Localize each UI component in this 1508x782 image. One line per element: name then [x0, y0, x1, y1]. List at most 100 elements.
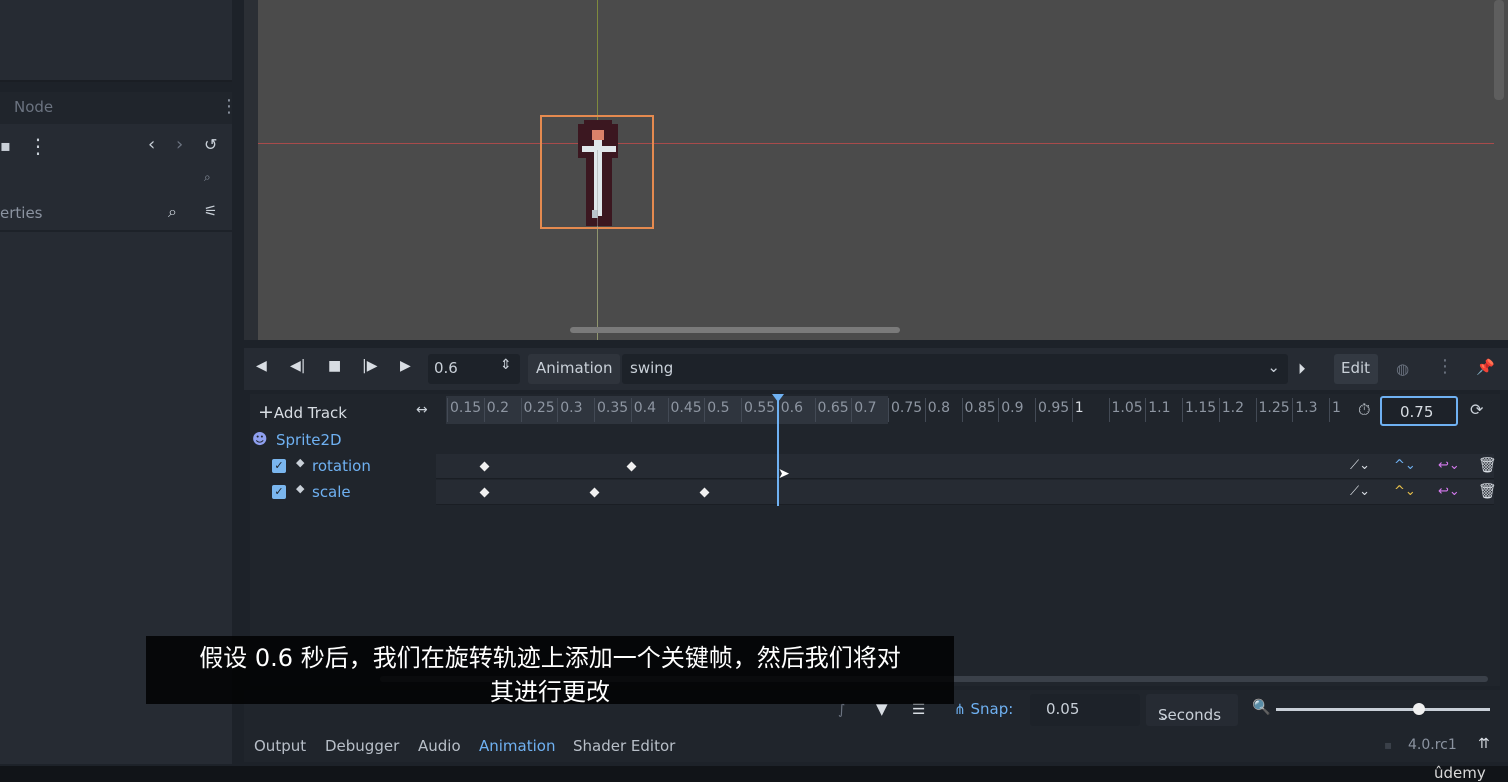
ruler-tick-label: 0.2	[486, 400, 510, 416]
timeline-ruler[interactable]: 0.15 0.2 0.25 0.3 0.35 0.4 0.45 0.5 0.55 0.6 0.65 0…	[446, 396, 1341, 424]
current-time-field[interactable]: 0.6 ⇕	[428, 354, 520, 384]
ruler-tick-line	[447, 398, 448, 422]
ruler-tick-line	[630, 398, 632, 422]
ruler-tick-line	[1035, 398, 1036, 422]
tab-debugger[interactable]: Debugger	[325, 737, 399, 755]
playhead[interactable]	[777, 396, 779, 506]
snap-step-value: 0.05	[1046, 700, 1080, 718]
ruler-tick-line	[1255, 398, 1257, 422]
edit-button[interactable]: Edit	[1334, 354, 1378, 384]
ruler-tick-label: 1.05	[1111, 400, 1143, 416]
left-dock-tabbar: Node ⋮	[0, 92, 238, 124]
ruler-tick-label: 0.75	[891, 400, 923, 416]
ruler-tick-label: 0.45	[670, 400, 702, 416]
ruler-tick-line	[814, 398, 816, 422]
expand-panel-icon[interactable]: ⇈	[1478, 736, 1490, 752]
interpolation-icon[interactable]: ^⌄	[1394, 458, 1416, 473]
animation-length-field[interactable]: 0.75	[1380, 396, 1458, 426]
object-icon[interactable]: ▪	[0, 136, 11, 155]
viewport-separator	[244, 340, 1508, 348]
loop-wrap-icon[interactable]: ↩⌄	[1438, 458, 1460, 473]
snap-units-select[interactable]: Seconds ⌄	[1146, 694, 1238, 726]
sword-sprite[interactable]	[566, 118, 630, 230]
onion-options-icon[interactable]: ⋮	[1436, 356, 1454, 377]
vertical-ruler	[244, 0, 258, 340]
node-name[interactable]: Sprite2D	[276, 431, 342, 449]
magnet-icon: ⋔	[954, 702, 966, 718]
stop-icon[interactable]: ■	[328, 358, 341, 374]
play-backwards-icon[interactable]: ◀	[256, 358, 267, 374]
plus-icon: +	[258, 401, 274, 423]
tab-audio[interactable]: Audio	[418, 737, 461, 755]
ruler-tick-line	[704, 398, 706, 422]
ruler-tick-label: 1	[1332, 400, 1341, 416]
more-menu-icon[interactable]: ⋮	[28, 134, 48, 158]
ruler-tick-line	[594, 398, 595, 422]
ruler-tick-line	[1218, 398, 1220, 422]
tab-animation[interactable]: Animation	[479, 737, 555, 755]
fit-width-icon[interactable]: ↔	[416, 402, 428, 418]
tab-output[interactable]: Output	[254, 737, 306, 755]
version-label: 4.0.rc1	[1408, 737, 1457, 753]
track-name-rotation[interactable]: rotation	[312, 457, 371, 475]
history-icon[interactable]: ↺	[204, 135, 217, 154]
snap-label: Snap:	[970, 700, 1014, 718]
play-backwards-from-end-icon[interactable]: ◀|	[290, 358, 305, 374]
interpolation-icon[interactable]: ^⌄	[1394, 484, 1416, 499]
ruler-tick-label: 0.5	[707, 400, 730, 416]
rotation-enable-checkbox[interactable]: ✓	[272, 459, 286, 473]
ruler-tick-line	[667, 398, 669, 422]
add-track-button[interactable]: +Add Track	[258, 401, 347, 423]
scale-enable-checkbox[interactable]: ✓	[272, 485, 286, 499]
delete-track-icon[interactable]: 🗑	[1478, 456, 1497, 474]
left-dock-top-panel	[0, 0, 232, 82]
filter-properties-label[interactable]: erties	[0, 204, 43, 222]
animation-menu-button[interactable]: Animation	[528, 354, 620, 384]
viewport-vertical-scrollbar[interactable]	[1494, 0, 1504, 100]
sprite2d-icon: ☻	[252, 430, 268, 448]
loop-wrap-icon[interactable]: ↩⌄	[1438, 484, 1460, 499]
loop-icon[interactable]: ⟳	[1470, 400, 1483, 419]
delete-track-icon[interactable]: 🗑	[1478, 482, 1497, 500]
ruler-tick-line	[924, 398, 926, 422]
ruler-tick-line	[888, 398, 889, 422]
layout-icon[interactable]: ▪	[1384, 738, 1392, 752]
doc-icon[interactable]: ⌕	[204, 170, 211, 185]
track-name-scale[interactable]: scale	[312, 483, 351, 501]
spinner-icon[interactable]: ⇕	[500, 357, 512, 373]
y-axis-line-lower	[597, 150, 598, 340]
search-icon[interactable]: ⌕	[168, 202, 177, 222]
play-from-start-icon[interactable]: |▶	[362, 358, 377, 374]
zoom-slider[interactable]	[1276, 708, 1490, 711]
viewport-horizontal-scrollbar[interactable]	[570, 327, 900, 333]
ruler-tick-line	[851, 398, 853, 422]
ruler-tick-label: 0.35	[597, 400, 629, 416]
ruler-tick-line	[483, 398, 485, 422]
snap-toggle[interactable]: ⋔ Snap:	[954, 700, 1013, 718]
ruler-tick-label: 1.1	[1148, 400, 1171, 416]
play-icon[interactable]: ▶	[400, 358, 411, 374]
filter-settings-icon[interactable]: ⚟	[204, 202, 217, 220]
update-mode-icon[interactable]: ⟋⌄	[1350, 484, 1370, 499]
history-forward-icon[interactable]: ›	[176, 134, 183, 155]
pin-icon[interactable]: 📌	[1476, 358, 1495, 376]
ruler-tick-line	[557, 398, 559, 422]
snap-step-input[interactable]: 0.05	[1030, 694, 1140, 726]
track-row-rotation[interactable]	[436, 454, 1494, 479]
video-subtitle: 假设 0.6 秒后，我们在旋转轨迹上添加一个关键帧，然后我们将对 其进行更改	[146, 636, 954, 706]
animation-selector[interactable]: swing ⌄	[622, 354, 1288, 384]
onion-skin-icon[interactable]: ◍	[1396, 360, 1409, 378]
tab-shader-editor[interactable]: Shader Editor	[573, 737, 675, 755]
chevron-down-icon: ⌄	[1267, 358, 1280, 376]
canvas-viewport[interactable]	[244, 0, 1508, 340]
tab-node[interactable]: Node	[14, 98, 53, 116]
ruler-tick-label: 0.4	[633, 400, 657, 416]
udemy-watermark: ûdemy	[1434, 764, 1486, 782]
update-mode-icon[interactable]: ⟋⌄	[1350, 458, 1370, 473]
x-axis-line	[258, 143, 1494, 144]
zoom-icon: 🔍	[1252, 698, 1271, 716]
ruler-tick-label: 0.95	[1038, 400, 1070, 416]
autoplay-icon[interactable]: ⏵	[1298, 360, 1306, 378]
history-back-icon[interactable]: ‹	[148, 134, 155, 155]
animation-length-value: 0.75	[1400, 403, 1434, 421]
